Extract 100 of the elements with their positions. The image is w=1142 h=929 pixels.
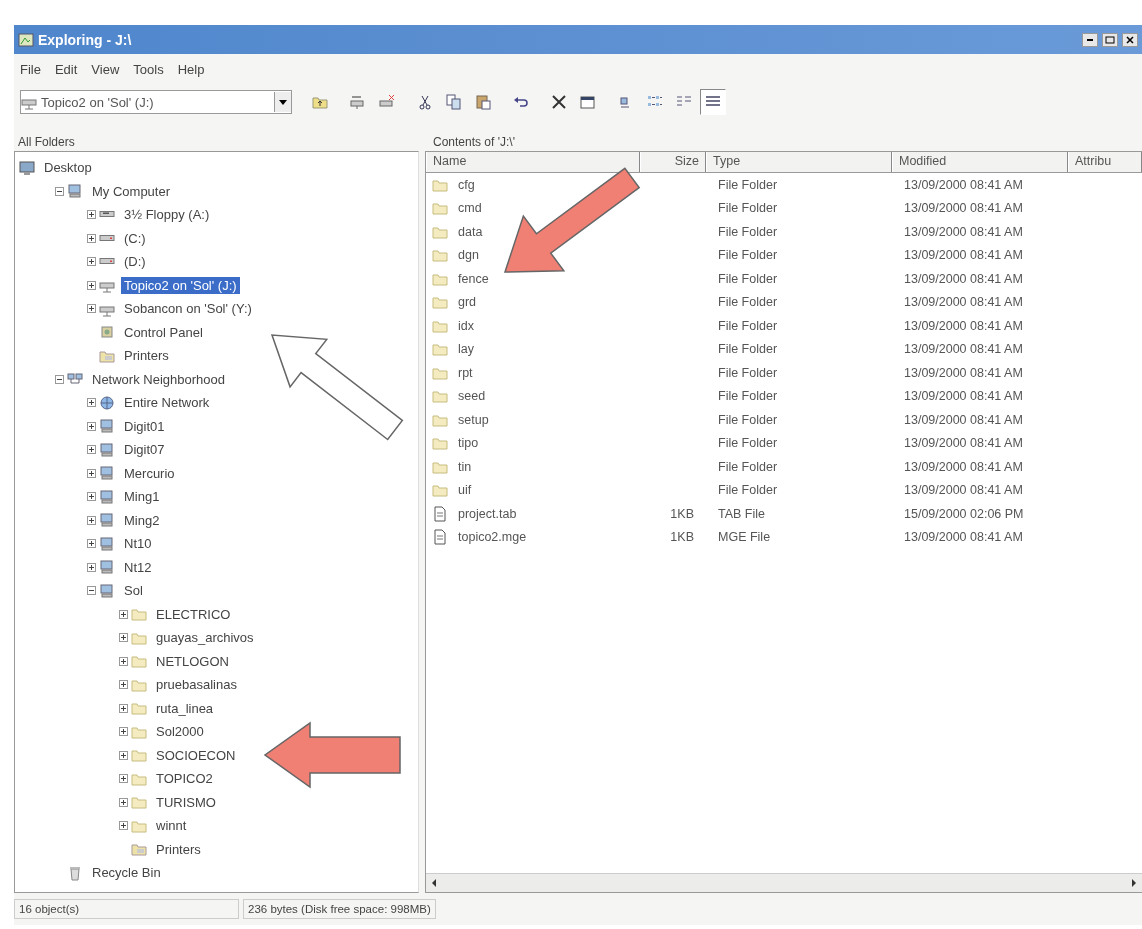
tree-item[interactable]: Recycle Bin	[89, 864, 164, 882]
tree-item[interactable]: Topico2 on 'Sol' (J:)	[121, 276, 240, 294]
expand-icon[interactable]	[86, 445, 96, 455]
file-name[interactable]: uif	[452, 483, 478, 498]
expand-icon[interactable]	[118, 821, 128, 831]
minimize-button[interactable]	[1082, 32, 1098, 47]
expand-icon[interactable]	[86, 562, 96, 572]
file-name[interactable]: project.tab	[452, 506, 523, 521]
folder-icon	[432, 435, 448, 452]
collapse-icon[interactable]	[54, 374, 64, 384]
column-header[interactable]: Attribu	[1068, 152, 1142, 172]
file-name[interactable]: data	[452, 224, 489, 239]
table-cell-text: File Folder	[717, 248, 779, 263]
pane-label: Contents of 'J:\'	[432, 135, 515, 149]
file-name[interactable]: idx	[452, 318, 480, 333]
expand-icon[interactable]	[86, 233, 96, 243]
tree-item[interactable]: Sol2000	[153, 723, 207, 741]
expand-icon[interactable]	[86, 210, 96, 220]
tree-item[interactable]: Mercurio	[121, 464, 178, 482]
tree-item[interactable]: guayas_archivos	[153, 629, 257, 647]
expand-icon[interactable]	[86, 304, 96, 314]
file-name[interactable]: fence	[452, 271, 495, 286]
table-cell-text: 13/09/2000 08:41 AM	[903, 201, 1024, 216]
close-button[interactable]	[1122, 32, 1138, 47]
column-header[interactable]: Type	[706, 152, 892, 172]
computer-icon	[99, 559, 115, 576]
expand-icon[interactable]	[118, 750, 128, 760]
menu-item[interactable]: View	[91, 62, 120, 77]
file-name[interactable]: tin	[452, 459, 478, 474]
file-name[interactable]: dgn	[452, 248, 485, 263]
expand-icon[interactable]	[118, 727, 128, 737]
tree-item[interactable]: Network Neighborhood	[89, 370, 228, 388]
expand-icon[interactable]	[86, 468, 96, 478]
collapse-icon[interactable]	[86, 586, 96, 596]
tree-item[interactable]: Entire Network	[121, 394, 213, 412]
tree-item[interactable]: 3½ Floppy (A:)	[121, 206, 213, 224]
expand-icon[interactable]	[86, 257, 96, 267]
file-name[interactable]: cfg	[452, 177, 481, 192]
menu-item[interactable]: Edit	[54, 62, 78, 77]
paste-icon	[474, 93, 492, 111]
tree-item[interactable]: Printers	[121, 347, 172, 365]
expand-icon[interactable]	[118, 656, 128, 666]
expand-icon[interactable]	[86, 492, 96, 502]
tree-item[interactable]: TOPICO2	[153, 770, 216, 788]
expand-icon[interactable]	[118, 609, 128, 619]
tree-item[interactable]: Digit01	[121, 417, 168, 435]
tree-item[interactable]: Desktop	[41, 159, 95, 177]
expand-icon[interactable]	[118, 680, 128, 690]
file-name[interactable]: topico2.mge	[452, 530, 533, 545]
tree-item[interactable]: Sol	[121, 582, 146, 600]
file-name[interactable]: cmd	[452, 201, 488, 216]
file-name[interactable]: tipo	[452, 436, 485, 451]
tree-item[interactable]: ruta_linea	[153, 699, 217, 717]
file-name[interactable]: rpt	[452, 365, 479, 380]
file-name[interactable]: setup	[452, 412, 495, 427]
table-cell-text: File Folder	[717, 436, 779, 451]
file-name[interactable]: grd	[452, 295, 483, 310]
details-view-button[interactable]	[700, 89, 726, 115]
address-dropdown[interactable]: Topico2 on 'Sol' (J:)	[20, 90, 292, 114]
expand-icon[interactable]	[86, 539, 96, 549]
expand-icon[interactable]	[86, 515, 96, 525]
tree-item[interactable]: Ming1	[121, 488, 163, 506]
tree-item[interactable]: winnt	[153, 817, 190, 835]
folder-icon	[432, 341, 448, 358]
file-name[interactable]: lay	[452, 342, 480, 357]
column-header[interactable]: Size	[640, 152, 706, 172]
globe-icon	[99, 394, 115, 411]
file-name[interactable]: seed	[452, 389, 492, 404]
expand-icon[interactable]	[118, 703, 128, 713]
tree-item[interactable]: Nt10	[121, 535, 155, 553]
tree-item[interactable]: My Computer	[89, 182, 174, 200]
tree-item[interactable]: NETLOGON	[153, 652, 232, 670]
tree-item[interactable]: Digit07	[121, 441, 168, 459]
expand-icon[interactable]	[118, 633, 128, 643]
maximize-button[interactable]	[1102, 32, 1118, 47]
tree-item[interactable]: (C:)	[121, 229, 149, 247]
tree-item[interactable]: SOCIOECON	[153, 746, 239, 764]
tree-item[interactable]: (D:)	[121, 253, 149, 271]
folder-icon	[131, 700, 147, 717]
printer-folder-icon	[131, 841, 147, 858]
expand-icon[interactable]	[118, 797, 128, 807]
tree-item[interactable]: Ming2	[121, 511, 163, 529]
tree-item[interactable]: Nt12	[121, 558, 155, 576]
tree-item[interactable]: TURISMO	[153, 793, 219, 811]
tree-item[interactable]: pruebasalinas	[153, 676, 240, 694]
collapse-icon[interactable]	[54, 186, 64, 196]
menu-item[interactable]: Tools	[133, 62, 164, 77]
tree-item[interactable]: Printers	[153, 840, 204, 858]
menu-item[interactable]: Help	[177, 62, 205, 77]
menu-item[interactable]: File	[20, 62, 41, 77]
document-icon	[432, 529, 448, 546]
expand-icon[interactable]	[86, 398, 96, 408]
column-header[interactable]: Modified	[892, 152, 1068, 172]
table-cell-text: 13/09/2000 08:41 AM	[903, 248, 1024, 263]
expand-icon[interactable]	[86, 280, 96, 290]
tree-item[interactable]: Sobancon on 'Sol' (Y:)	[121, 300, 255, 318]
expand-icon[interactable]	[86, 421, 96, 431]
expand-icon[interactable]	[118, 774, 128, 784]
tree-item[interactable]: ELECTRICO	[153, 605, 234, 623]
tree-item[interactable]: Control Panel	[121, 323, 206, 341]
